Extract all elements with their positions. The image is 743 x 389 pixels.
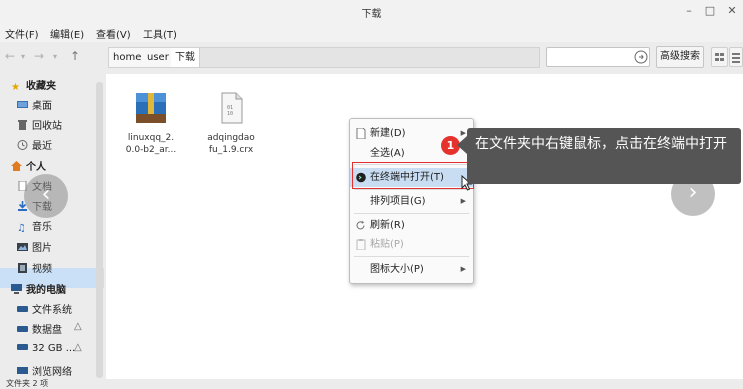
menu-item-sort[interactable]: 排列项目(G) ▶ <box>350 192 473 211</box>
network-icon <box>17 367 28 374</box>
sidebar-item-usb-drive[interactable]: 32 GB ... <box>17 342 75 358</box>
sidebar-item-data-disk[interactable]: 数据盘 <box>17 321 62 337</box>
trash-icon <box>18 120 27 130</box>
file-name-line2: fu_1.9.crx <box>208 145 254 155</box>
file-name-line1: adqingdao <box>207 133 255 143</box>
chevron-down-icon[interactable]: ▾ <box>21 52 25 61</box>
maximize-icon[interactable]: □ <box>702 3 718 19</box>
highlight-box <box>352 162 474 189</box>
refresh-icon <box>356 220 365 230</box>
package-icon <box>136 93 166 123</box>
menu-item-refresh[interactable]: 刷新(R) <box>350 216 473 235</box>
sidebar-item-trash[interactable]: 回收站 <box>17 117 62 133</box>
menu-item-paste[interactable]: 粘贴(P) <box>350 235 473 254</box>
chevron-down-icon[interactable]: ▾ <box>53 52 57 61</box>
breadcrumb-downloads[interactable]: 下载 <box>171 48 200 67</box>
picture-icon <box>17 243 28 251</box>
home-icon <box>11 161 22 171</box>
icon-view-button[interactable] <box>711 47 728 67</box>
menu-edit[interactable]: 编辑(E) <box>50 26 84 41</box>
clock-icon <box>17 140 28 150</box>
sidebar-scrollbar[interactable] <box>96 82 103 378</box>
sidebar: ★收藏夹 桌面 回收站 最近 个人 文档 下载 ♫音乐 图片 视频 我的电脑 文… <box>0 74 104 379</box>
breadcrumb-user[interactable]: user <box>143 48 174 67</box>
grid-icon <box>715 53 724 61</box>
callout-pointer <box>457 136 467 154</box>
paste-icon <box>356 239 366 250</box>
title-bar: 下载 – □ ✕ <box>0 0 743 23</box>
sidebar-item-music[interactable]: ♫ 音乐 <box>17 218 52 234</box>
drive-icon <box>17 344 28 350</box>
menu-separator <box>354 213 469 214</box>
breadcrumb: home user 下载 <box>108 47 540 68</box>
eject-icon[interactable]: △ <box>74 342 82 353</box>
sidebar-item-recent[interactable]: 最近 <box>17 137 52 153</box>
previous-slide-button[interactable]: ‹ <box>24 174 68 218</box>
sidebar-item-filesystem[interactable]: 文件系统 <box>17 301 72 317</box>
sidebar-computer-header[interactable]: 我的电脑 <box>11 281 66 297</box>
video-icon <box>18 263 27 273</box>
menu-item-icon-size[interactable]: 图标大小(P) ▶ <box>350 260 473 279</box>
desktop-icon <box>17 101 28 108</box>
file-item[interactable]: linuxqq_2. 0.0-b2_ar... <box>114 92 188 156</box>
drive-icon <box>17 326 28 332</box>
computer-icon <box>11 284 22 294</box>
eject-icon[interactable]: △ <box>74 321 82 332</box>
menu-file[interactable]: 文件(F) <box>5 26 39 41</box>
sidebar-personal-header[interactable]: 个人 <box>11 158 46 174</box>
star-icon: ★ <box>11 82 20 93</box>
minimize-icon[interactable]: – <box>681 3 697 19</box>
menu-separator <box>354 189 469 190</box>
advanced-search-button[interactable]: 高级搜索 <box>656 46 704 68</box>
up-icon[interactable]: ↑ <box>70 49 80 63</box>
chevron-left-icon: ‹ <box>41 182 51 207</box>
music-icon: ♫ <box>17 223 26 234</box>
drive-icon <box>17 306 28 312</box>
menu-bar: 文件(F) 编辑(E) 查看(V) 工具(T) <box>0 23 743 42</box>
svg-text:10: 10 <box>227 111 233 117</box>
submenu-arrow-icon: ▶ <box>460 265 466 273</box>
sidebar-item-desktop[interactable]: 桌面 <box>17 97 52 113</box>
sidebar-item-pictures[interactable]: 图片 <box>17 239 52 255</box>
status-bar: 文件夹 2 项 <box>0 379 743 389</box>
document-icon: 01 10 <box>221 92 243 124</box>
menu-tools[interactable]: 工具(T) <box>143 26 177 41</box>
back-icon[interactable]: ← <box>5 49 15 63</box>
file-item[interactable]: 01 10 adqingdao fu_1.9.crx <box>194 92 268 156</box>
new-document-icon <box>356 128 366 139</box>
list-view-button[interactable] <box>729 47 743 67</box>
file-name-line2: 0.0-b2_ar... <box>125 145 177 155</box>
menu-separator <box>354 256 469 257</box>
breadcrumb-home[interactable]: home <box>109 48 147 67</box>
forward-icon[interactable]: → <box>34 49 44 63</box>
sidebar-favorites-header[interactable]: ★ 收藏夹 <box>11 77 56 93</box>
sidebar-item-videos[interactable]: 视频 <box>17 260 52 276</box>
window-title: 下载 <box>361 9 382 20</box>
file-name-line1: linuxqq_2. <box>127 133 175 143</box>
search-icon[interactable] <box>634 50 648 64</box>
close-icon[interactable]: ✕ <box>724 3 740 19</box>
instruction-text: 在文件夹中右键鼠标，点击在终端中打开 <box>475 136 727 152</box>
sidebar-item-network[interactable]: 浏览网络 <box>17 363 72 379</box>
submenu-arrow-icon: ▶ <box>460 197 466 205</box>
menu-view[interactable]: 查看(V) <box>96 26 131 41</box>
list-icon <box>732 53 740 63</box>
